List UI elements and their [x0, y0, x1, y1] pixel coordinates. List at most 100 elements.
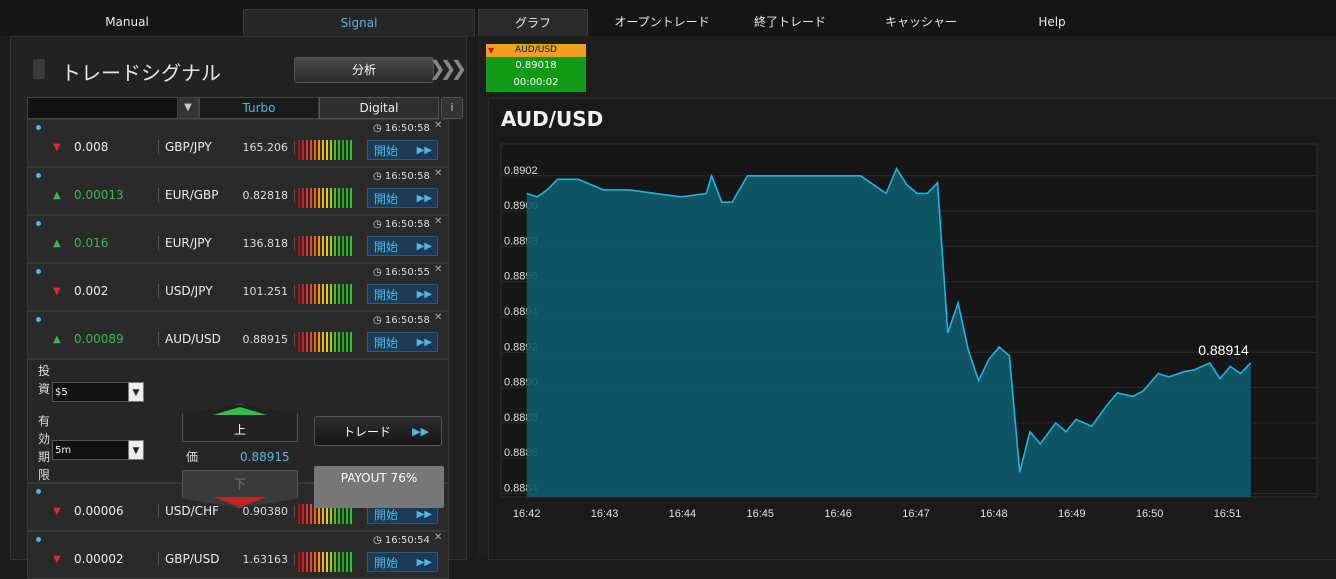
signal-pair: USD/CHF [158, 504, 227, 518]
signal-time: ◷ 16:50:58 [373, 219, 430, 230]
signal-row[interactable]: ▼ 0.002 USD/JPY 101.251 ◷ 16:50:55 ✕ 開始 ▶▶ [27, 263, 449, 311]
chevron-down-icon[interactable]: ▼ [128, 382, 144, 402]
meter-bar [342, 140, 344, 160]
down-arrow-icon: ▼ [53, 286, 61, 297]
clock-icon: ◷ [373, 171, 385, 182]
signal-row[interactable]: ▼ 0.00002 GBP/USD 1.63163 ◷ 16:50:54 ✕ 開始 ▶▶ [27, 531, 449, 579]
signal-dot-icon [36, 489, 41, 494]
start-button-label: 開始 [374, 508, 399, 522]
signal-row[interactable]: ▲ 0.016 EUR/JPY 136.818 ◷ 16:50:58 ✕ 開始 ▶▶ [27, 215, 449, 263]
meter-bar [298, 188, 300, 208]
start-button[interactable]: 開始 ▶▶ [367, 284, 438, 304]
meter-bar [330, 284, 332, 304]
meter-bar [310, 552, 312, 572]
signal-price: 165.206 [228, 141, 295, 154]
meter-bar [302, 552, 304, 572]
signal-change: 0.016 [74, 236, 109, 250]
tab-signal[interactable]: Signal [243, 9, 475, 37]
up-arrow-icon [213, 407, 267, 415]
meter-bar [310, 504, 312, 524]
start-button[interactable]: 開始 ▶▶ [367, 140, 438, 160]
meter-bar [346, 284, 348, 304]
meter-bar [302, 284, 304, 304]
start-button[interactable]: 開始 ▶▶ [367, 552, 438, 572]
clock-icon: ◷ [373, 267, 385, 278]
signal-strength-meter [298, 140, 354, 160]
signal-time-value: 16:50:58 [384, 219, 430, 230]
meter-bar [322, 236, 324, 256]
tab-help[interactable]: Help [1030, 9, 1074, 36]
close-icon[interactable]: ✕ [434, 216, 442, 227]
asset-filter-select[interactable] [27, 97, 179, 119]
panel-marker-icon [33, 59, 45, 79]
ticker-widget[interactable]: ▼ AUD/USD 0.89018 00:00:02 [486, 44, 586, 92]
signal-price: 0.88915 [228, 333, 295, 346]
close-icon[interactable]: ✕ [434, 168, 442, 179]
close-icon[interactable]: ✕ [434, 120, 442, 131]
meter-bar [314, 284, 316, 304]
signal-dot-icon [36, 125, 41, 130]
meter-bar [330, 140, 332, 160]
meter-bar [306, 332, 308, 352]
clock-icon: ◷ [373, 219, 385, 230]
invest-label: 投資 [38, 364, 51, 396]
tab-graph[interactable]: グラフ [478, 9, 588, 37]
tab-cashier[interactable]: キャッシャー [868, 9, 974, 36]
meter-bar [298, 504, 300, 524]
signal-change: 0.008 [74, 140, 109, 154]
strike-price: 0.88915 [240, 450, 290, 464]
meter-bar [334, 552, 336, 572]
tab-manual[interactable]: Manual [96, 9, 158, 36]
trade-button[interactable]: トレード ▶▶ [314, 416, 442, 446]
signal-panel: トレードシグナル 分析 ❯❯❯ ▼ Turbo Digital i ▼ 0.008… [10, 36, 467, 579]
meter-bar [314, 332, 316, 352]
meter-bar [318, 284, 320, 304]
close-icon[interactable]: ✕ [434, 532, 442, 543]
fast-forward-icon: ▶▶ [416, 241, 432, 252]
meter-bar [326, 332, 328, 352]
signal-pair: EUR/GBP [158, 188, 227, 202]
x-tick-label: 16:43 [591, 508, 619, 520]
meter-bar [298, 332, 300, 352]
meter-bar [334, 284, 336, 304]
filter-digital-tab[interactable]: Digital [319, 97, 439, 119]
close-icon[interactable]: ✕ [434, 312, 442, 323]
chevron-down-icon[interactable]: ▼ [177, 97, 199, 119]
start-button[interactable]: 開始 ▶▶ [367, 236, 438, 256]
meter-bar [302, 236, 304, 256]
ticker-price: 0.89018 [515, 60, 557, 71]
clock-icon: ◷ [373, 535, 385, 546]
meter-bar [318, 332, 320, 352]
clock-icon: ◷ [373, 315, 385, 326]
meter-bar [322, 332, 324, 352]
signal-pair: EUR/JPY [158, 236, 227, 250]
signal-time-value: 16:50:58 [384, 171, 430, 182]
up-call-button[interactable]: 上 [182, 404, 298, 442]
meter-bar [298, 552, 300, 572]
expiry-label: 有効期限 [38, 414, 51, 482]
down-arrow-icon: ▼ [488, 46, 495, 55]
price-chart: AUD/USD 0.8884 0.8886 0.8888 0.8890 0.8892 0.… [488, 98, 1336, 560]
close-icon[interactable]: ✕ [434, 264, 442, 275]
tab-closed-trades[interactable]: 終了トレード [740, 9, 840, 36]
ticker-body: 0.89018 00:00:02 [486, 57, 586, 92]
start-button[interactable]: 開始 ▶▶ [367, 188, 438, 208]
chevron-down-icon[interactable]: ▼ [128, 440, 144, 460]
info-icon[interactable]: i [441, 97, 463, 119]
analyze-button[interactable]: 分析 [294, 57, 434, 83]
signal-row[interactable]: ▲ 0.00089 AUD/USD 0.88915 ◷ 16:50:58 ✕ 開始 ▶▶ [27, 311, 449, 359]
signal-price: 136.818 [228, 237, 295, 250]
filter-turbo-tab[interactable]: Turbo [199, 97, 319, 119]
tab-open-trades[interactable]: オープントレード [600, 9, 724, 36]
meter-bar [338, 552, 340, 572]
chart-panel: ▼ AUD/USD 0.89018 00:00:02 AUD/USD 0.888… [478, 36, 1336, 560]
signal-time: ◷ 16:50:54 [373, 535, 430, 546]
signal-row[interactable]: ▲ 0.00013 EUR/GBP 0.82818 ◷ 16:50:58 ✕ 開始 ▶▶ [27, 167, 449, 215]
trade-panel: 投資 $5 ▼ 有効期限 5m ▼ 上 価 0.88915 下 トレード ▶▶ … [27, 359, 449, 508]
signal-row[interactable]: ▼ 0.008 GBP/JPY 165.206 ◷ 16:50:58 ✕ 開始 ▶▶ [27, 119, 449, 167]
y-tick-label: 0.8902 [504, 165, 538, 177]
x-tick-label: 16:50 [1136, 508, 1164, 520]
start-button[interactable]: 開始 ▶▶ [367, 332, 438, 352]
meter-bar [314, 188, 316, 208]
chart-svg[interactable]: 0.88840.88860.88880.88900.88920.88940.88… [489, 99, 1336, 559]
